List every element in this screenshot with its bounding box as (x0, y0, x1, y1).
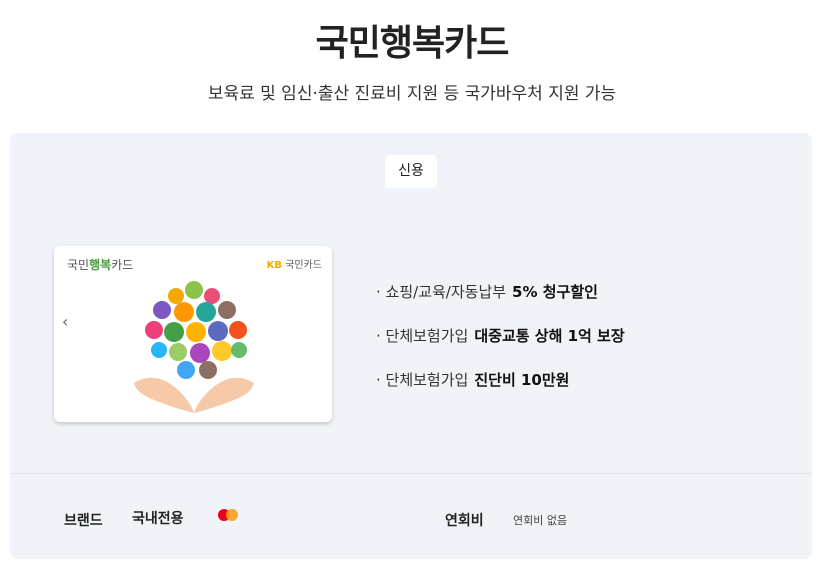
annual-fee-value: 연회비 없음 (513, 514, 568, 527)
benefit-item: · 단체보험가입 대중교통 상해 1억 보장 (376, 325, 625, 369)
benefit-item: · 쇼핑/교육/자동납부 5% 청구할인 (376, 281, 625, 325)
page-subtitle: 보육료 및 임신·출산 진료비 지원 등 국가바우처 지원 가능 (207, 84, 617, 104)
page-title: 국민행복카드 (315, 23, 510, 64)
family-tree-illustration (134, 281, 254, 413)
card-image: 국민행복카드 KB 국민카드 (54, 246, 332, 422)
chevron-left-icon[interactable]: ‹ (62, 312, 68, 331)
benefit-value: 진단비 10만원 (474, 371, 570, 389)
card-name-prefix: 국민 (67, 258, 90, 272)
issuer-name: 국민카드 (285, 260, 322, 271)
panel-divider (10, 473, 812, 474)
benefit-label: · 단체보험가입 (376, 327, 469, 345)
brand-value: 국내전용 (132, 511, 184, 527)
benefit-label: · 단체보험가입 (376, 371, 469, 389)
benefit-item: · 단체보험가입 진단비 10만원 (376, 369, 625, 413)
card-name-highlight: 행복 (89, 258, 112, 272)
mastercard-icon (218, 509, 238, 521)
benefit-value: 대중교통 상해 1억 보장 (474, 327, 625, 345)
card-type-badge: 신용 (385, 155, 437, 188)
annual-fee-label: 연회비 (445, 513, 484, 529)
card-issuer-logo: KB 국민카드 (267, 256, 322, 271)
benefit-list: · 쇼핑/교육/자동납부 5% 청구할인 · 단체보험가입 대중교통 상해 1억 보… (376, 281, 625, 413)
benefit-value: 5% 청구할인 (512, 283, 598, 301)
benefit-label: · 쇼핑/교육/자동납부 (376, 283, 507, 301)
brand-label: 브랜드 (64, 513, 103, 529)
